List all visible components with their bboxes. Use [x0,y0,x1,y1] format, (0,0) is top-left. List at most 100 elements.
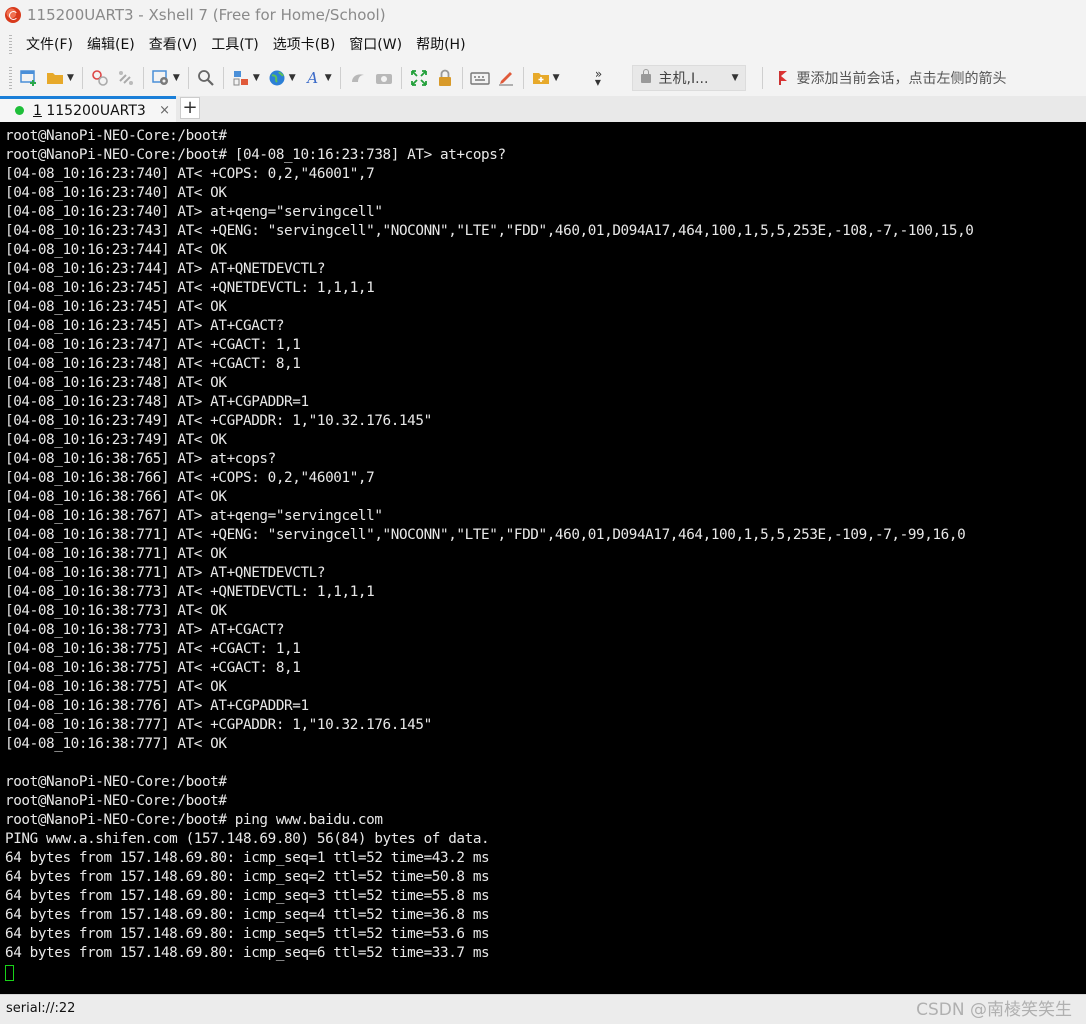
terminal-line: [04-08_10:16:38:777] AT< +CGPADDR: 1,"10… [5,717,432,733]
open-folder-icon[interactable] [44,67,66,89]
terminal-line: [04-08_10:16:23:745] AT> AT+CGACT? [5,318,285,334]
more-icon[interactable]: » ▾ [588,67,610,89]
terminal-cursor [5,965,14,981]
tab-name: 115200UART3 [41,102,146,119]
terminal-line: [04-08_10:16:38:771] AT> AT+QNETDEVCTL? [5,565,326,581]
tab-label: 1 115200UART3 [33,103,146,119]
terminal-line: [04-08_10:16:38:773] AT< OK [5,603,227,619]
terminal-line: 64 bytes from 157.148.69.80: icmp_seq=4 … [5,907,490,923]
add-session-icon[interactable] [530,67,552,89]
add-session-tip: 要添加当前会话，点击左侧的箭头 [778,68,1007,88]
fullscreen-icon[interactable] [408,67,430,89]
toolbar-separator [222,67,224,89]
tab-115200uart3[interactable]: 1 115200UART3 × [0,96,176,122]
menu-view[interactable]: 查看(V) [142,33,205,57]
properties-icon[interactable] [150,67,172,89]
connection-status-dot-icon [15,106,24,115]
terminal-output: root@NanoPi-NEO-Core:/boot# root@NanoPi-N… [5,127,974,981]
bookmark-flag-icon[interactable] [778,71,789,85]
menu-bar: 文件(F) 编辑(E) 查看(V) 工具(T) 选项卡(B) 窗口(W) 帮助(… [0,30,1086,60]
toolbar-separator [81,67,83,89]
xftp-icon[interactable] [347,67,369,89]
window-title: 115200UART3 - Xshell 7 (Free for Home/Sc… [27,6,386,24]
new-session-icon[interactable] [18,67,40,89]
toolbar-separator [400,67,402,89]
open-dropdown-icon[interactable]: ▼ [67,73,74,83]
menu-tools[interactable]: 工具(T) [204,33,265,57]
terminal-line: [04-08_10:16:38:775] AT< +CGACT: 8,1 [5,660,301,676]
terminal-line: [04-08_10:16:38:775] AT< OK [5,679,227,695]
font-icon[interactable]: A [302,67,324,89]
toolbar-separator [142,67,144,89]
host-input-placeholder: 主机,I... [658,71,709,87]
connection-status: serial://:22 [6,1001,76,1016]
toolbar-separator [522,67,524,89]
screenshot-icon[interactable] [373,67,395,89]
globe-dropdown-icon[interactable]: ▼ [289,73,296,83]
terminal-pane[interactable]: root@NanoPi-NEO-Core:/boot# root@NanoPi-N… [0,122,1086,994]
terminal-line: 64 bytes from 157.148.69.80: icmp_seq=2 … [5,869,490,885]
toolbar-separator [187,67,189,89]
host-dropdown-icon[interactable]: ▼ [732,73,739,83]
reconnect-icon[interactable] [115,67,137,89]
disconnect-icon[interactable] [89,67,111,89]
terminal-line: [04-08_10:16:38:773] AT< +QNETDEVCTL: 1,… [5,584,375,600]
terminal-line: 64 bytes from 157.148.69.80: icmp_seq=3 … [5,888,490,904]
terminal-line: [04-08_10:16:23:745] AT< OK [5,299,227,315]
keyboard-icon[interactable] [469,67,491,89]
terminal-line: [04-08_10:16:23:740] AT> at+qeng="servin… [5,204,383,220]
terminal-line: [04-08_10:16:38:771] AT< OK [5,546,227,562]
terminal-line: [04-08_10:16:23:745] AT< +QNETDEVCTL: 1,… [5,280,375,296]
toolbar-separator [461,67,463,89]
toolbar-grip-icon[interactable] [9,67,12,89]
terminal-line: [04-08_10:16:38:766] AT< +COPS: 0,2,"460… [5,470,375,486]
menu-help[interactable]: 帮助(H) [409,33,472,57]
add-tab-button[interactable]: + [180,97,200,119]
menu-tabs[interactable]: 选项卡(B) [266,33,343,57]
terminal-line: root@NanoPi-NEO-Core:/boot# [5,128,227,144]
globe-icon[interactable] [266,67,288,89]
terminal-line: [04-08_10:16:23:740] AT< OK [5,185,227,201]
terminal-line: root@NanoPi-NEO-Core:/boot# [5,793,227,809]
highlight-icon[interactable] [495,67,517,89]
host-input[interactable]: 主机,I... ▼ [631,65,746,91]
transfer-icon[interactable] [230,67,252,89]
find-icon[interactable] [195,67,217,89]
font-dropdown-icon[interactable]: ▼ [325,73,332,83]
toolbar: ▼ ▼ ▼ ▼ A ▼ ▼ » ▾ 主机,I... ▼ 要添加当前会话，点击左侧… [0,60,1086,96]
terminal-line: [04-08_10:16:38:771] AT< +QENG: "serving… [5,527,966,543]
menu-window[interactable]: 窗口(W) [342,33,409,57]
terminal-line: [04-08_10:16:23:748] AT< +CGACT: 8,1 [5,356,301,372]
terminal-line: 64 bytes from 157.148.69.80: icmp_seq=1 … [5,850,490,866]
terminal-line: [04-08_10:16:23:740] AT< +COPS: 0,2,"460… [5,166,375,182]
add-session-tip-text: 要添加当前会话，点击左侧的箭头 [796,71,1007,87]
transfer-dropdown-icon[interactable]: ▼ [253,73,260,83]
terminal-line: [04-08_10:16:23:748] AT> AT+CGPADDR=1 [5,394,309,410]
host-lock-icon [640,68,651,83]
terminal-line: root@NanoPi-NEO-Core:/boot# [5,774,227,790]
terminal-line: 64 bytes from 157.148.69.80: icmp_seq=6 … [5,945,490,961]
terminal-line: [04-08_10:16:38:776] AT> AT+CGPADDR=1 [5,698,309,714]
menu-edit[interactable]: 编辑(E) [80,33,142,57]
tab-number: 1 [33,102,42,119]
terminal-line: [04-08_10:16:38:766] AT< OK [5,489,227,505]
terminal-line: PING www.a.shifen.com (157.148.69.80) 56… [5,831,490,847]
status-bar: serial://:22 CSDN @南棱笑笑生 [0,994,1086,1024]
terminal-line: [04-08_10:16:23:744] AT> AT+QNETDEVCTL? [5,261,326,277]
menu-file[interactable]: 文件(F) [19,33,80,57]
add-session-dropdown-icon[interactable]: ▼ [553,73,560,83]
properties-dropdown-icon[interactable]: ▼ [173,73,180,83]
xshell-logo-icon [5,7,21,23]
toolbar-separator [761,67,763,89]
terminal-line: root@NanoPi-NEO-Core:/boot# [04-08_10:16… [5,147,506,163]
terminal-line: [04-08_10:16:23:748] AT< OK [5,375,227,391]
lock-icon[interactable] [434,67,456,89]
close-tab-icon[interactable]: × [159,103,170,118]
terminal-line: root@NanoPi-NEO-Core:/boot# ping www.bai… [5,812,383,828]
terminal-line: [04-08_10:16:38:767] AT> at+qeng="servin… [5,508,383,524]
terminal-line: [04-08_10:16:23:743] AT< +QENG: "serving… [5,223,974,239]
toolbar-separator [339,67,341,89]
terminal-line: [04-08_10:16:23:747] AT< +CGACT: 1,1 [5,337,301,353]
watermark: CSDN @南棱笑笑生 [916,1000,1072,1020]
menubar-grip-icon[interactable] [9,35,12,55]
